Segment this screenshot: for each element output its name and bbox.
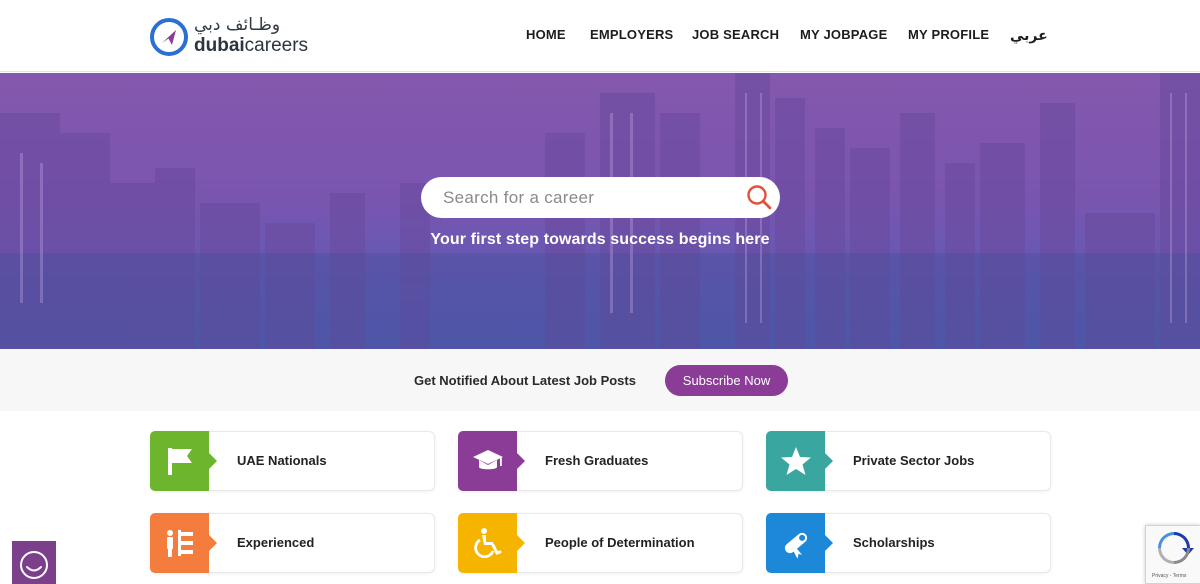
diploma-icon [784,532,808,559]
career-search-box [421,177,780,218]
nav-my-jobpage[interactable]: MY JOBPAGE [800,27,887,42]
recaptcha-footer-text: Privacy - Terms [1152,573,1187,579]
recaptcha-icon [1158,532,1194,564]
org-chart-icon [167,530,193,557]
hero-banner: Your first step towards success begins h… [0,73,1200,349]
category-icon-tile [150,513,217,573]
flag-icon [168,448,192,475]
star-icon [781,447,811,475]
recaptcha-badge[interactable]: Privacy - Terms [1145,525,1200,584]
category-label: UAE Nationals [237,453,327,468]
category-icon-tile [458,431,525,491]
nav-home[interactable]: HOME [526,27,566,42]
nav-job-search[interactable]: JOB SEARCH [692,27,779,42]
nav-my-profile[interactable]: MY PROFILE [908,27,989,42]
hero-tagline: Your first step towards success begins h… [430,231,770,248]
category-icon-tile [766,513,833,573]
site-header: وظـائف دبي dubaicareers HOME EMPLOYERS J… [0,0,1200,72]
category-card-fresh-graduates[interactable]: Fresh Graduates [458,431,743,491]
nav-arabic-language[interactable]: عربي [1010,28,1048,44]
category-card-people-of-determination[interactable]: People of Determination [458,513,743,573]
category-icon-tile [150,431,217,491]
notify-text: Get Notified About Latest Job Posts [414,373,636,388]
category-card-private-sector-jobs[interactable]: Private Sector Jobs [766,431,1051,491]
category-icon-tile [766,431,833,491]
category-card-scholarships[interactable]: Scholarships [766,513,1051,573]
category-label: Fresh Graduates [545,453,649,468]
notify-bar: Get Notified About Latest Job Posts Subs… [0,349,1200,411]
nav-employers[interactable]: EMPLOYERS [590,27,673,42]
search-icon[interactable] [746,184,772,210]
category-card-experienced[interactable]: Experienced [150,513,435,573]
smiley-icon [20,551,48,579]
category-label: People of Determination [545,535,695,550]
career-search-input[interactable] [443,186,743,210]
category-card-uae-nationals[interactable]: UAE Nationals [150,431,435,491]
category-label: Private Sector Jobs [853,453,975,468]
category-icon-tile [458,513,525,573]
category-label: Experienced [237,535,315,550]
feedback-widget[interactable] [12,541,56,584]
main-nav: HOME EMPLOYERS JOB SEARCH MY JOBPAGE MY … [0,27,1200,47]
category-label: Scholarships [853,535,935,550]
graduation-cap-icon [473,450,503,470]
subscribe-now-button[interactable]: Subscribe Now [665,365,788,396]
wheelchair-icon [474,528,502,559]
